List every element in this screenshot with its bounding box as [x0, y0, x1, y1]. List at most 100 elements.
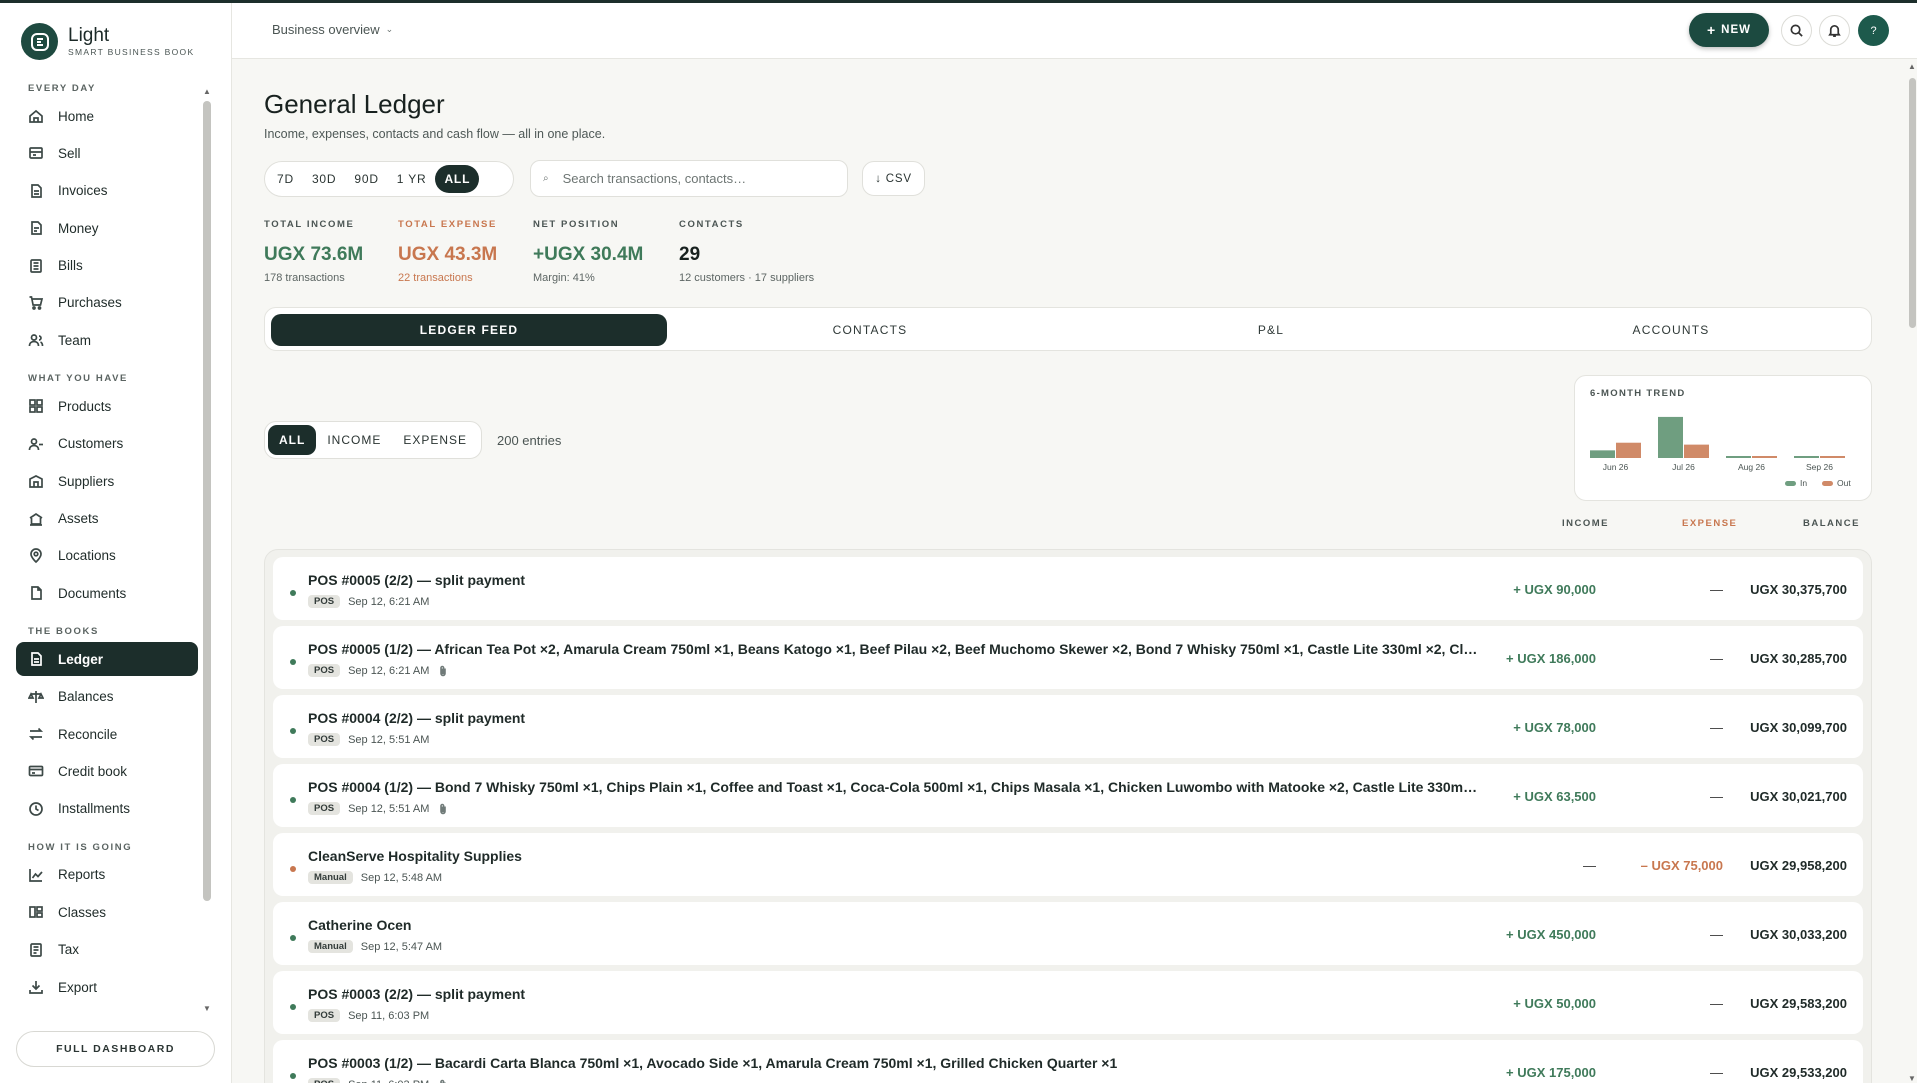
- search-button[interactable]: [1781, 15, 1812, 46]
- sidebar-item-assets[interactable]: Assets: [16, 502, 198, 536]
- new-button[interactable]: + NEW: [1689, 13, 1769, 47]
- x-tick-label: Jun 26: [1603, 462, 1629, 472]
- expense-amount: —: [1710, 996, 1723, 1011]
- sidebar-item-products[interactable]: Products: [16, 389, 198, 423]
- sidebar-item-label: Locations: [58, 548, 116, 564]
- range-90d-button[interactable]: 90D: [345, 165, 387, 193]
- scroll-down-arrow-icon[interactable]: ▼: [1908, 1074, 1916, 1083]
- tab-ledger-feed[interactable]: LEDGER FEED: [271, 314, 667, 346]
- kpi-sub: Margin: 41%: [533, 272, 595, 284]
- breadcrumb-business-overview[interactable]: Business overview ⌄: [272, 22, 393, 37]
- sidebar-item-installments[interactable]: Installments: [16, 792, 198, 826]
- range-all-button[interactable]: ALL: [435, 165, 480, 193]
- filter-expense-button[interactable]: EXPENSE: [392, 425, 478, 455]
- source-tag: POS: [308, 1009, 341, 1022]
- filter-income-button[interactable]: INCOME: [316, 425, 392, 455]
- sidebar-item-classes[interactable]: Classes: [16, 895, 198, 929]
- main-scrollbar[interactable]: ▲ ▼: [1908, 62, 1917, 1083]
- sidebar-item-team[interactable]: Team: [16, 323, 198, 357]
- sidebar-item-purchases[interactable]: Purchases: [16, 286, 198, 320]
- scroll-up-arrow-icon[interactable]: ▲: [203, 87, 211, 96]
- transaction-title: POS #0003 (2/2) — split payment: [308, 986, 526, 1002]
- income-amount: + UGX 50,000: [1513, 996, 1596, 1011]
- x-tick-label: Aug 26: [1738, 462, 1765, 472]
- installments-icon: [29, 802, 43, 816]
- full-dashboard-button[interactable]: FULL DASHBOARD: [16, 1031, 215, 1067]
- income-indicator-dot: [290, 935, 296, 941]
- sidebar-item-reports[interactable]: Reports: [16, 858, 198, 892]
- tab-contacts[interactable]: CONTACTS: [672, 314, 1068, 346]
- export-csv-button[interactable]: ↓ CSV: [862, 161, 925, 196]
- breadcrumb-label: Business overview: [272, 22, 380, 37]
- sidebar-item-suppliers[interactable]: Suppliers: [16, 464, 198, 498]
- main-scroll-thumb[interactable]: [1909, 78, 1916, 328]
- balance-amount: UGX 30,021,700: [1750, 789, 1847, 804]
- purchases-icon: [29, 296, 44, 310]
- sidebar-item-money[interactable]: Money: [16, 211, 198, 245]
- table-row[interactable]: POS #0003 (1/2) — Bacardi Carta Blanca 7…: [273, 1040, 1863, 1083]
- income-amount: + UGX 450,000: [1506, 927, 1596, 942]
- sidebar-item-invoices[interactable]: Invoices: [16, 174, 198, 208]
- range-1-yr-button[interactable]: 1 YR: [388, 165, 436, 193]
- sidebar-item-balances[interactable]: Balances: [16, 680, 198, 714]
- sidebar-scrollbar[interactable]: ▲ ▼: [203, 87, 211, 1013]
- new-button-label: NEW: [1721, 24, 1752, 36]
- scroll-down-arrow-icon[interactable]: ▼: [203, 1004, 211, 1013]
- table-row[interactable]: POS #0005 (1/2) — African Tea Pot ×2, Am…: [273, 626, 1863, 689]
- table-row[interactable]: Catherine Ocen Manual Sep 12, 5:47 AM + UGX…: [273, 902, 1863, 965]
- sidebar-item-label: Bills: [58, 258, 83, 274]
- chevron-down-icon: ⌄: [385, 24, 394, 34]
- filter-all-button[interactable]: ALL: [268, 425, 317, 455]
- sidebar-item-locations[interactable]: Locations: [16, 539, 198, 573]
- brand[interactable]: Light SMART BUSINESS BOOK: [21, 23, 194, 60]
- nav-section-how-it-is-going: HOW IT IS GOING: [28, 841, 133, 853]
- balance-amount: UGX 30,375,700: [1750, 582, 1847, 597]
- products-icon: [29, 399, 43, 414]
- export-icon: [29, 981, 43, 994]
- sidebar-item-tax[interactable]: Tax: [16, 933, 198, 967]
- table-row[interactable]: POS #0004 (2/2) — split payment POS Sep 12…: [273, 695, 1863, 758]
- kpi-value: UGX 73.6M: [264, 244, 364, 265]
- brand-logo-icon: [21, 23, 58, 60]
- tab-accounts[interactable]: ACCOUNTS: [1473, 314, 1869, 346]
- table-row[interactable]: POS #0003 (2/2) — split payment POS Sep 11…: [273, 971, 1863, 1034]
- source-tag: POS: [308, 802, 341, 815]
- paperclip-icon[interactable]: [438, 803, 448, 815]
- range-30d-button[interactable]: 30D: [303, 165, 345, 193]
- tab-pandl[interactable]: P&L: [1073, 314, 1469, 346]
- scroll-up-arrow-icon[interactable]: ▲: [1908, 62, 1916, 71]
- sidebar-item-customers[interactable]: Customers: [16, 427, 198, 461]
- table-row[interactable]: POS #0005 (2/2) — split payment POS Sep 12…: [273, 557, 1863, 620]
- credit-book-icon: [28, 766, 44, 777]
- transaction-date: Sep 12, 6:21 AM: [348, 595, 430, 608]
- table-row[interactable]: POS #0004 (1/2) — Bond 7 Whisky 750ml ×1…: [273, 764, 1863, 827]
- type-filter: ALL INCOME EXPENSE: [264, 421, 482, 459]
- sidebar-item-label: Invoices: [58, 183, 108, 199]
- expense-amount: —: [1710, 582, 1723, 597]
- income-indicator-dot: [290, 590, 296, 596]
- income-amount: + UGX 78,000: [1513, 720, 1596, 735]
- sidebar-item-bills[interactable]: Bills: [16, 249, 198, 283]
- sidebar-scroll-thumb[interactable]: [203, 101, 211, 901]
- search-input[interactable]: ⌕ Search transactions, contacts…: [530, 160, 848, 197]
- transaction-title: POS #0003 (1/2) — Bacardi Carta Blanca 7…: [308, 1055, 1118, 1071]
- avatar[interactable]: ?: [1858, 15, 1889, 46]
- expense-amount: —: [1710, 927, 1723, 942]
- balance-amount: UGX 29,958,200: [1750, 858, 1847, 873]
- sidebar-item-ledger[interactable]: Ledger: [16, 642, 198, 677]
- range-7d-button[interactable]: 7D: [268, 165, 303, 193]
- notifications-button[interactable]: [1819, 15, 1850, 46]
- paperclip-icon[interactable]: [438, 665, 448, 677]
- income-amount: + UGX 175,000: [1506, 1065, 1596, 1080]
- x-tick-label: Sep 26: [1806, 462, 1833, 472]
- sidebar-item-home[interactable]: Home: [16, 99, 198, 133]
- nav-section-what-you-have: WHAT YOU HAVE: [28, 373, 128, 385]
- sidebar-item-sell[interactable]: Sell: [16, 136, 198, 170]
- sidebar-item-reconcile[interactable]: Reconcile: [16, 717, 198, 751]
- sidebar-item-export[interactable]: Export: [16, 970, 198, 1004]
- sidebar-item-credit-book[interactable]: Credit book: [16, 754, 198, 788]
- kpi-contacts: CONTACTS 29 12 customers · 17 suppliers: [679, 219, 814, 284]
- sidebar-item-documents[interactable]: Documents: [16, 576, 198, 610]
- paperclip-icon[interactable]: [438, 1079, 448, 1083]
- table-row[interactable]: CleanServe Hospitality Supplies Manual Sep…: [273, 833, 1863, 896]
